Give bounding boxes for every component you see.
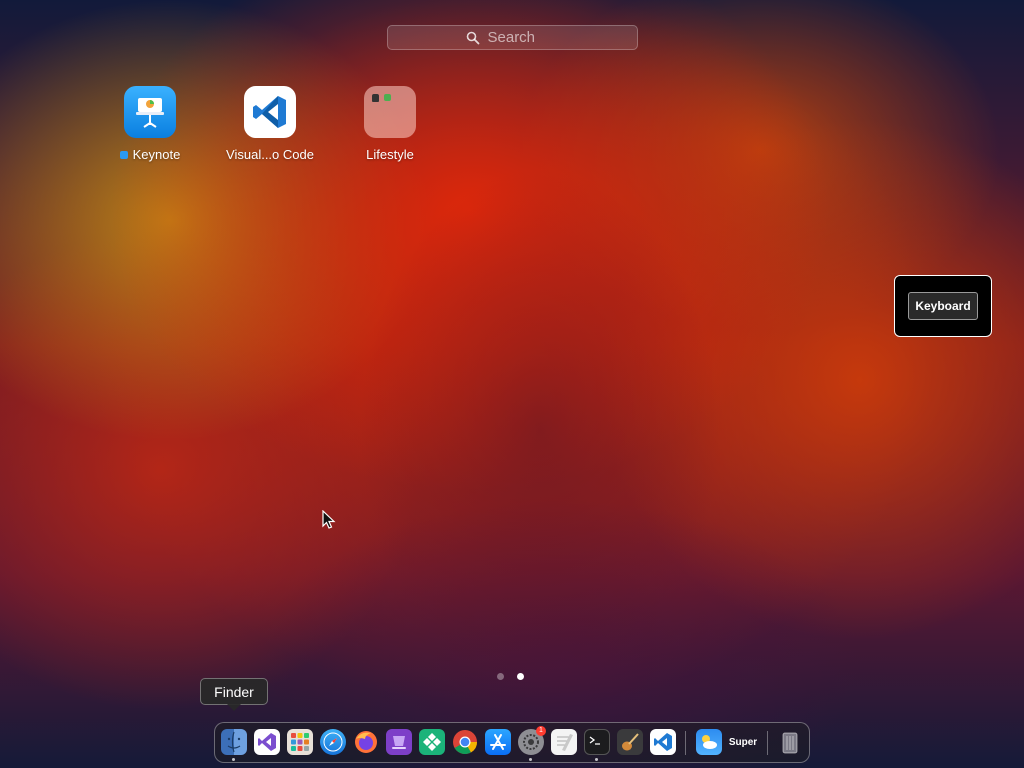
- keyboard-key-label: Keyboard: [908, 292, 978, 320]
- mouse-cursor-icon: [322, 510, 336, 529]
- dock-tooltip: Finder: [200, 678, 268, 711]
- terminal-icon[interactable]: [584, 729, 610, 755]
- app-label: Lifestyle: [366, 147, 414, 162]
- finder-icon[interactable]: [221, 729, 247, 755]
- app-store-icon[interactable]: [485, 729, 511, 755]
- app-visual-studio-code[interactable]: Visual...o Code: [210, 86, 330, 162]
- safari-icon[interactable]: [320, 729, 346, 755]
- dock-separator: [767, 731, 768, 755]
- launchpad-icon[interactable]: [287, 729, 313, 755]
- page-dot-2[interactable]: [517, 673, 524, 680]
- app-label: Keynote: [119, 147, 180, 162]
- new-indicator: [119, 150, 128, 159]
- weather-icon[interactable]: [696, 729, 722, 755]
- dock-separator: [685, 731, 686, 755]
- notification-badge: 1: [536, 726, 546, 736]
- trash-icon[interactable]: [777, 729, 803, 755]
- textedit-icon[interactable]: [551, 729, 577, 755]
- keyboard-overlay: Keyboard: [894, 275, 992, 337]
- purple-app-icon[interactable]: [386, 729, 412, 755]
- vscode-icon: [244, 86, 296, 138]
- guitar-app-icon[interactable]: [617, 729, 643, 755]
- launchpad-screen: Keynote Visual...o Code Lifestyle Keyboa…: [0, 0, 1024, 768]
- search-field[interactable]: [387, 25, 638, 50]
- keynote-icon: [124, 86, 176, 138]
- visual-studio-icon[interactable]: [254, 729, 280, 755]
- green-diamond-app-icon[interactable]: [419, 729, 445, 755]
- running-indicator: [529, 758, 532, 761]
- mini-app-icon: [372, 99, 379, 102]
- running-indicator: [595, 758, 598, 761]
- vscode-dock-icon[interactable]: [650, 729, 676, 755]
- app-label: Visual...o Code: [226, 147, 314, 162]
- firefox-icon[interactable]: [353, 729, 379, 755]
- super-app-icon[interactable]: Super: [729, 729, 757, 755]
- page-dot-1[interactable]: [497, 673, 504, 680]
- running-indicator: [232, 758, 235, 761]
- chrome-icon[interactable]: [452, 729, 478, 755]
- magnifier-icon: [466, 31, 479, 44]
- app-keynote[interactable]: Keynote: [90, 86, 210, 162]
- folder-icon: [364, 86, 416, 138]
- search-input[interactable]: [485, 28, 560, 47]
- folder-lifestyle[interactable]: Lifestyle: [330, 86, 450, 162]
- mini-app-icon: [384, 94, 391, 101]
- dock: 1 Super: [214, 722, 810, 763]
